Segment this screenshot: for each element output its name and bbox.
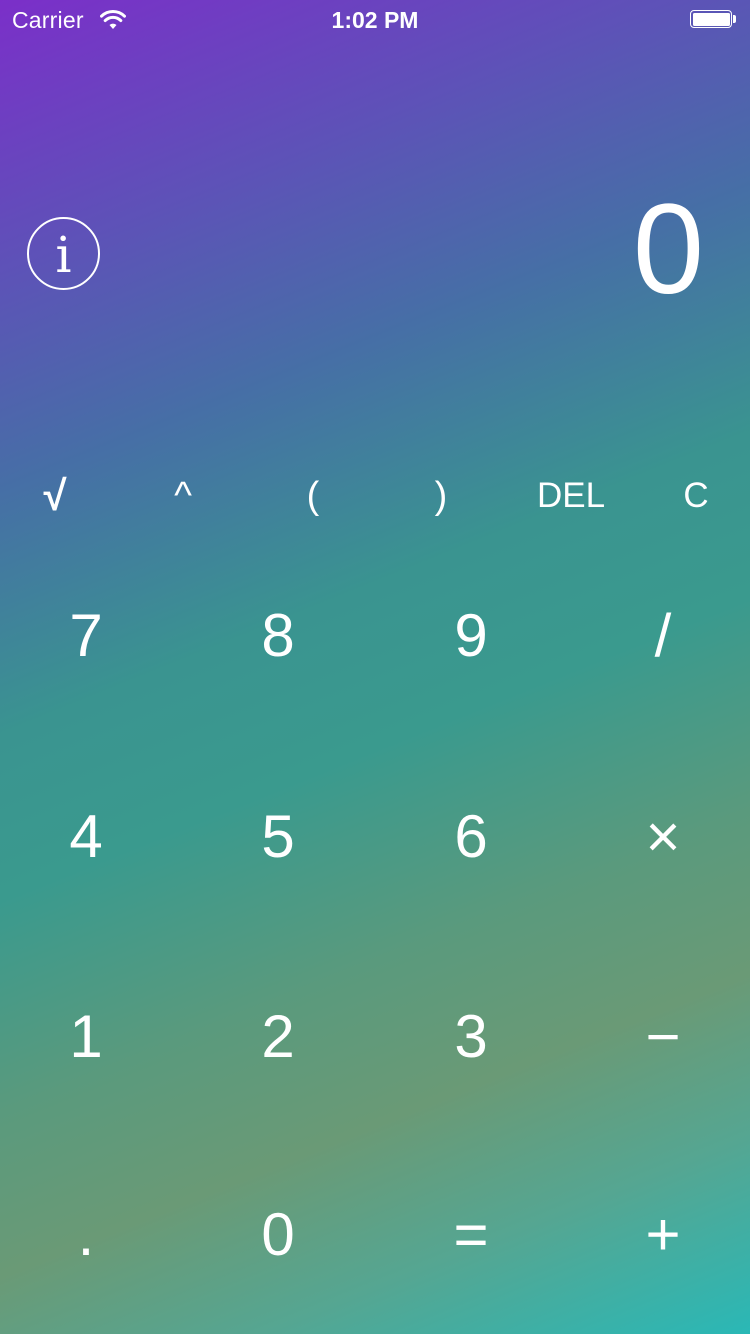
status-time: 1:02 PM bbox=[331, 7, 419, 33]
key-9[interactable]: 9 bbox=[375, 535, 567, 735]
key-7[interactable]: 7 bbox=[0, 535, 182, 735]
power-button[interactable]: ^ bbox=[128, 460, 238, 532]
status-bar: Carrier 1:02 PM bbox=[0, 0, 750, 40]
key-5[interactable]: 5 bbox=[182, 736, 374, 936]
add-button[interactable]: + bbox=[567, 1134, 750, 1334]
key-2[interactable]: 2 bbox=[182, 936, 374, 1136]
divide-button[interactable]: / bbox=[567, 535, 750, 735]
clear-button[interactable]: C bbox=[641, 460, 750, 532]
key-4[interactable]: 4 bbox=[0, 736, 182, 936]
info-icon: i bbox=[55, 225, 72, 284]
function-key-row: √ ^ ( ) DEL C bbox=[0, 460, 750, 532]
open-paren-button[interactable]: ( bbox=[258, 460, 368, 532]
key-0[interactable]: 0 bbox=[182, 1134, 374, 1334]
decimal-button[interactable]: . bbox=[0, 1134, 182, 1334]
subtract-button[interactable]: − bbox=[567, 936, 750, 1136]
delete-button[interactable]: DEL bbox=[516, 460, 626, 532]
equals-button[interactable]: = bbox=[375, 1134, 567, 1334]
battery-full-icon bbox=[690, 10, 738, 30]
info-button[interactable]: i bbox=[27, 217, 100, 290]
close-paren-button[interactable]: ) bbox=[386, 460, 496, 532]
key-1[interactable]: 1 bbox=[0, 936, 182, 1136]
result-display: 0 bbox=[632, 178, 704, 321]
multiply-button[interactable]: × bbox=[567, 736, 750, 936]
key-8[interactable]: 8 bbox=[182, 535, 374, 735]
key-6[interactable]: 6 bbox=[375, 736, 567, 936]
sqrt-button[interactable]: √ bbox=[0, 460, 110, 532]
key-3[interactable]: 3 bbox=[375, 936, 567, 1136]
